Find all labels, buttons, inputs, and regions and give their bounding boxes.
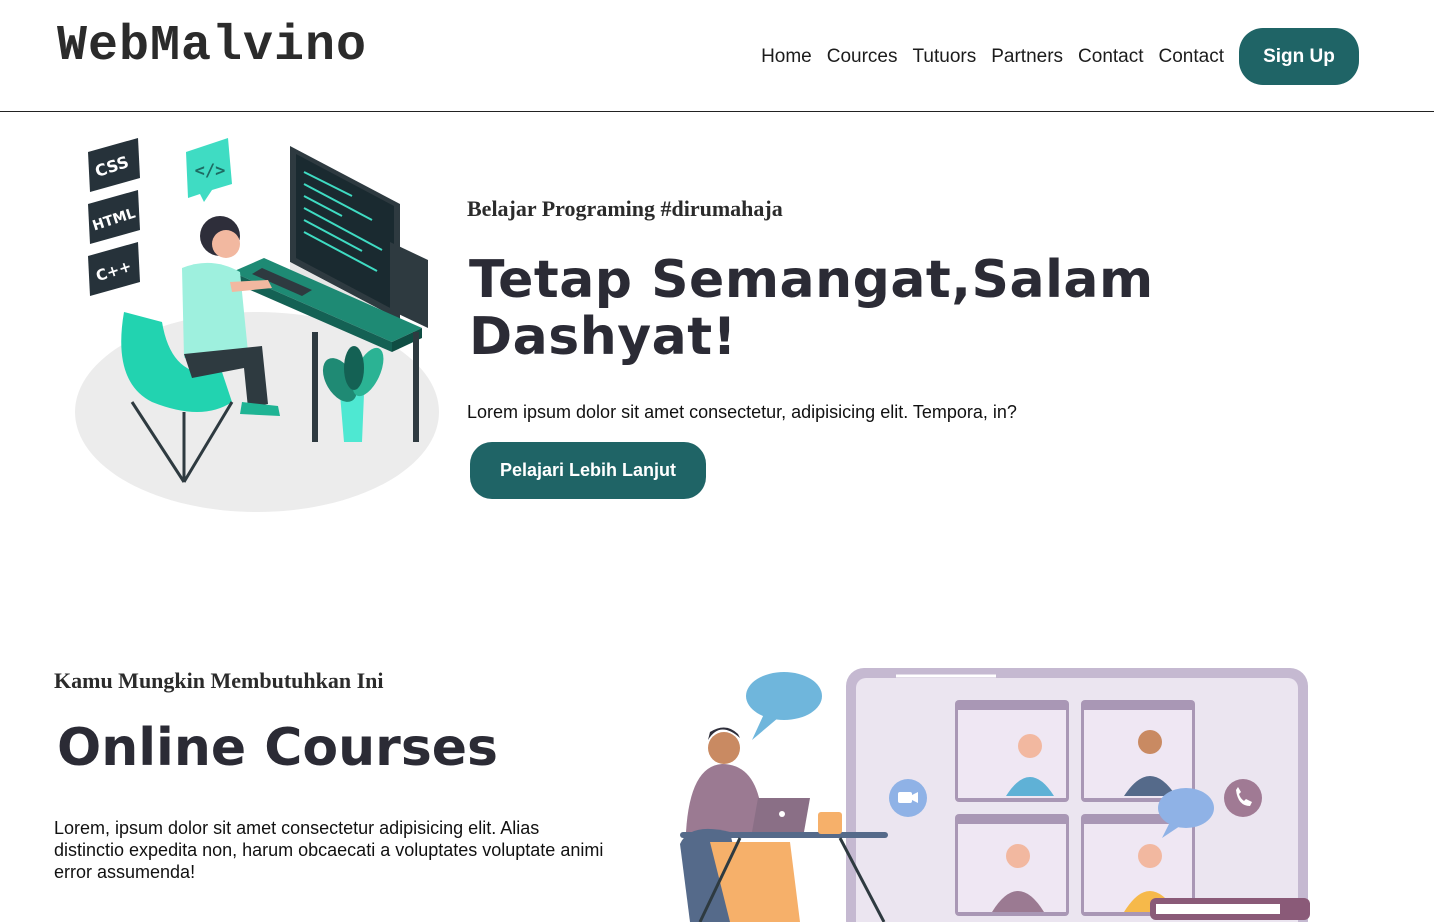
main-nav: Home Cources Tutuors Partners Contact Co… (761, 28, 1359, 85)
nav-contact-2[interactable]: Contact (1159, 46, 1224, 68)
nav-tutors[interactable]: Tutuors (913, 46, 977, 68)
courses-title: Online Courses (57, 718, 498, 778)
hero-title: Tetap Semangat,Salam Dashyat! (469, 250, 1154, 368)
hero-eyebrow: Belajar Programing #dirumahaja (467, 196, 783, 221)
video-tile (955, 700, 1069, 802)
hero-section: Belajar Programing #dirumahaja Tetap Sem… (467, 196, 1367, 500)
hero-description: Lorem ipsum dolor sit amet consectetur, … (467, 402, 1017, 423)
video-camera-icon (889, 779, 927, 817)
nav-courses[interactable]: Cources (827, 46, 898, 68)
css-badge: CSS (88, 138, 140, 192)
nav-partners[interactable]: Partners (991, 46, 1063, 68)
nav-home[interactable]: Home (761, 46, 812, 68)
learn-more-button[interactable]: Pelajari Lebih Lanjut (470, 442, 706, 500)
nav-contact[interactable]: Contact (1078, 46, 1143, 68)
video-tile (1081, 700, 1195, 802)
cpp-badge: C++ (88, 242, 140, 296)
svg-text:</>: </> (195, 161, 226, 181)
sign-up-button[interactable]: Sign Up (1239, 28, 1359, 85)
courses-eyebrow: Kamu Mungkin Membutuhkan Ini (54, 668, 384, 693)
phone-icon (1224, 779, 1262, 817)
site-logo[interactable]: WebMalvino (57, 22, 367, 72)
html-badge: HTML (88, 190, 140, 244)
code-tag-icon: </> (186, 138, 232, 202)
online-meeting-illustration (680, 668, 1310, 922)
video-tile (955, 814, 1069, 916)
courses-description: Lorem, ipsum dolor sit amet consectetur … (54, 818, 604, 883)
programmer-illustration: CSS HTML C++ </> (75, 138, 439, 512)
site-header: WebMalvino Home Cources Tutuors Partners… (0, 0, 1434, 112)
courses-section: Kamu Mungkin Membutuhkan Ini Online Cour… (54, 668, 614, 883)
